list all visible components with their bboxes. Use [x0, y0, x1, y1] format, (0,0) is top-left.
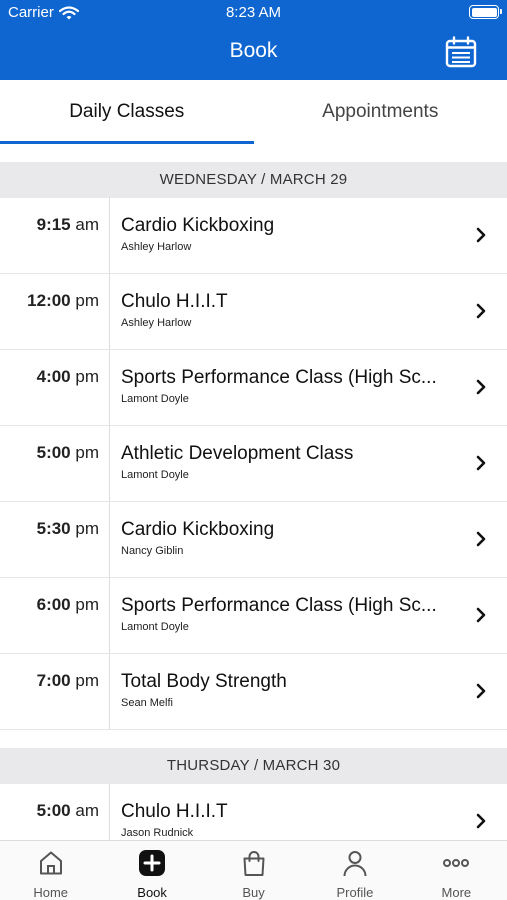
tabbar-label: More [441, 885, 472, 900]
tab-appointments[interactable]: Appointments [254, 80, 507, 144]
class-time-ampm: pm [75, 443, 99, 462]
class-time: 5:00 pm [0, 443, 99, 463]
class-time-value: 6:00 [36, 595, 71, 614]
row-divider [109, 274, 110, 349]
chevron-right-icon [476, 607, 486, 623]
class-time: 7:00 pm [0, 671, 99, 691]
class-title: Chulo H.I.I.T [121, 291, 228, 312]
class-instructor: Sean Melfi [121, 697, 173, 709]
chevron-right-icon [476, 455, 486, 471]
class-row[interactable]: 5:00 pm Athletic Development Class Lamon… [0, 426, 507, 502]
segment-tabs: Daily Classes Appointments [0, 80, 507, 144]
class-time: 4:00 pm [0, 367, 99, 387]
class-title: Chulo H.I.I.T [121, 801, 228, 822]
class-time: 9:15 am [0, 215, 99, 235]
class-instructor: Nancy Giblin [121, 545, 184, 557]
class-time: 5:30 pm [0, 519, 99, 539]
tabbar-label: Buy [242, 885, 265, 900]
class-time-value: 7:00 [36, 671, 71, 690]
more-icon [443, 859, 470, 867]
tabbar-item-home[interactable]: Home [0, 841, 101, 900]
home-icon [39, 851, 62, 875]
class-instructor: Lamont Doyle [121, 469, 189, 481]
shopping-bag-icon [243, 851, 265, 876]
class-time: 5:00 am [0, 801, 99, 821]
chevron-right-icon [476, 531, 486, 547]
row-divider [109, 578, 110, 653]
class-row[interactable]: 7:00 pm Total Body Strength Sean Melfi [0, 654, 507, 730]
chevron-right-icon [476, 227, 486, 243]
status-time: 8:23 AM [225, 4, 282, 21]
class-title: Athletic Development Class [121, 443, 354, 464]
class-instructor: Lamont Doyle [121, 393, 189, 405]
plus-square-icon [139, 850, 166, 876]
day-section-header: WEDNESDAY / MARCH 29 [0, 162, 507, 198]
row-divider [109, 426, 110, 501]
class-instructor: Ashley Harlow [121, 241, 192, 253]
class-time-ampm: pm [75, 595, 99, 614]
tabbar-item-buy[interactable]: Buy [203, 841, 304, 900]
class-time-ampm: am [75, 801, 99, 820]
class-instructor: Ashley Harlow [121, 317, 192, 329]
person-icon [343, 851, 367, 877]
class-time-ampm: am [75, 215, 99, 234]
day-section-header: THURSDAY / MARCH 30 [0, 748, 507, 784]
row-divider [109, 198, 110, 273]
status-bar: Carrier 8:23 AM [0, 0, 507, 26]
class-instructor: Lamont Doyle [121, 621, 189, 633]
tabbar-label: Book [137, 885, 167, 900]
class-title: Sports Performance Class (High Sc... [121, 595, 437, 616]
class-time-value: 5:00 [36, 801, 71, 820]
active-tab-indicator [0, 141, 254, 144]
class-title: Sports Performance Class (High Sc... [121, 367, 437, 388]
bottom-tab-bar: Home Book Buy Profile More [0, 840, 507, 900]
tabbar-label: Profile [336, 885, 374, 900]
row-divider [109, 654, 110, 729]
page-title: Book [229, 39, 278, 62]
class-title: Cardio Kickboxing [121, 215, 275, 236]
class-time-value: 4:00 [36, 367, 71, 386]
class-time-value: 12:00 [27, 291, 71, 310]
class-time: 12:00 pm [0, 291, 99, 311]
row-divider [109, 502, 110, 577]
chevron-right-icon [476, 683, 486, 699]
chevron-right-icon [476, 813, 486, 829]
class-time: 6:00 pm [0, 595, 99, 615]
tabbar-item-profile[interactable]: Profile [304, 841, 405, 900]
row-divider [109, 350, 110, 425]
calendar-icon[interactable] [445, 36, 477, 68]
chevron-right-icon [476, 303, 486, 319]
class-instructor: Jason Rudnick [121, 827, 194, 839]
class-title: Total Body Strength [121, 671, 287, 692]
class-time-ampm: pm [75, 671, 99, 690]
class-row[interactable]: 12:00 pm Chulo H.I.I.T Ashley Harlow [0, 274, 507, 350]
section-spacer [0, 730, 507, 748]
class-row[interactable]: 4:00 pm Sports Performance Class (High S… [0, 350, 507, 426]
battery-icon [469, 5, 502, 19]
tabbar-label: Home [33, 885, 69, 900]
class-schedule-list[interactable]: WEDNESDAY / MARCH 29 9:15 am Cardio Kick… [0, 162, 507, 860]
class-time-ampm: pm [75, 291, 99, 310]
class-row[interactable]: 9:15 am Cardio Kickboxing Ashley Harlow [0, 198, 507, 274]
class-time-value: 5:30 [36, 519, 71, 538]
class-row[interactable]: 5:30 pm Cardio Kickboxing Nancy Giblin [0, 502, 507, 578]
chevron-right-icon [476, 379, 486, 395]
tabbar-item-book[interactable]: Book [101, 841, 202, 900]
class-row[interactable]: 6:00 pm Sports Performance Class (High S… [0, 578, 507, 654]
class-time-ampm: pm [75, 367, 99, 386]
tabbar-item-more[interactable]: More [406, 841, 507, 900]
class-time-value: 9:15 [36, 215, 71, 234]
class-time-value: 5:00 [36, 443, 71, 462]
app-header: Carrier 8:23 AM Book [0, 0, 507, 80]
tab-daily-classes[interactable]: Daily Classes [0, 80, 254, 144]
class-title: Cardio Kickboxing [121, 519, 275, 540]
class-time-ampm: pm [75, 519, 99, 538]
